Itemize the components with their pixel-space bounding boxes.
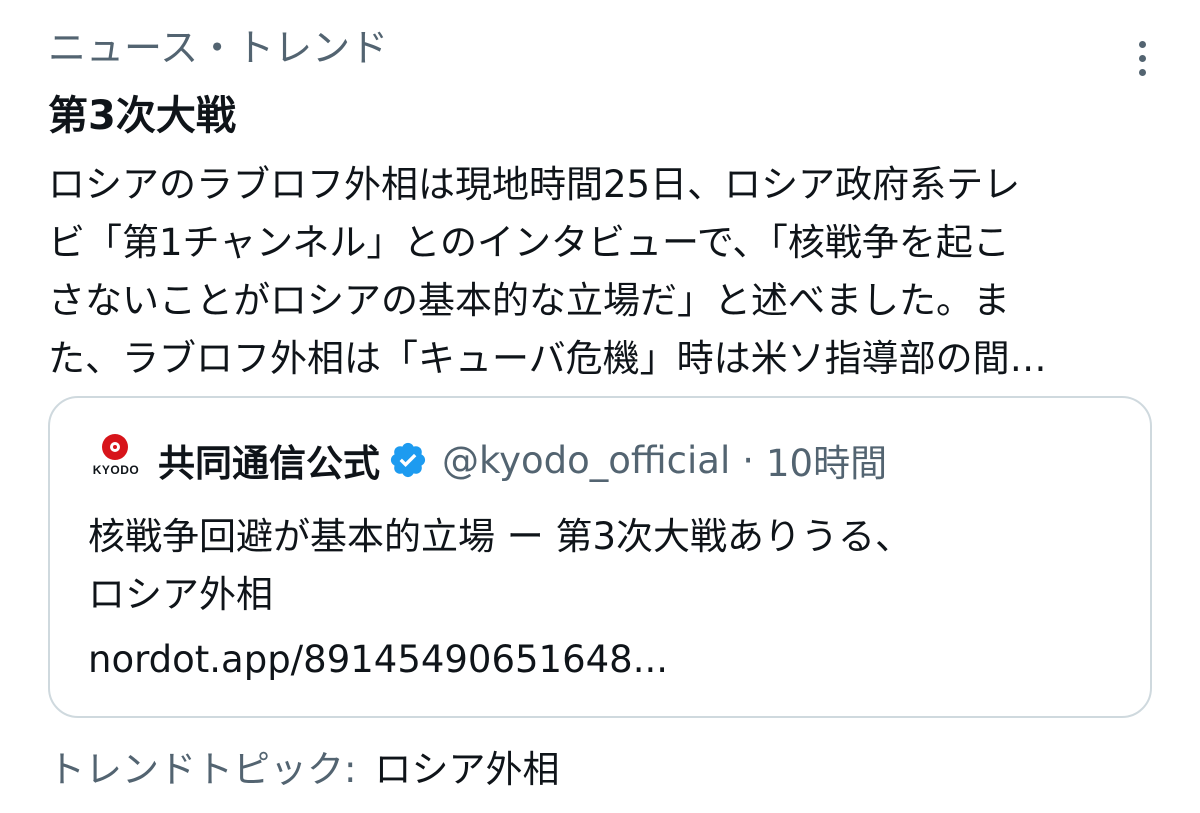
description-line: さないことがロシアの基本的な立場だ」と述べました。ま <box>48 279 1010 322</box>
verified-badge-icon <box>390 442 426 478</box>
trending-topic-value[interactable]: ロシア外相 <box>374 748 559 791</box>
quoted-text-line: ロシア外相 <box>88 573 273 616</box>
tweet-timestamp[interactable]: 10時間 <box>766 433 887 487</box>
kyodo-logo-text: KYODO <box>92 463 140 477</box>
trend-category: ニュース・トレンド <box>48 26 389 70</box>
quoted-tweet-link[interactable]: nordot.app/89145490651648... <box>88 634 668 686</box>
author-handle[interactable]: @kyodo_official <box>442 439 730 482</box>
trending-topic: トレンドトピック: ロシア外相 <box>48 744 559 796</box>
description-line: ビ「第1チャンネル」とのインタビューで、「核戦争を起こ <box>48 221 1010 264</box>
description-line: ロシアのラブロフ外相は現地時間25日、ロシア政府系テレ <box>48 163 1021 206</box>
author-display-name[interactable]: 共同通信公式 <box>158 433 380 487</box>
header-separator: · <box>742 438 755 482</box>
kyodo-logo-mark <box>102 434 128 460</box>
more-options-button[interactable] <box>1118 34 1166 82</box>
quoted-tweet-text: 核戦争回避が基本的立場 ー 第3次大戦ありうる、 ロシア外相 <box>88 508 1118 624</box>
more-vertical-icon <box>1138 40 1146 48</box>
quoted-tweet-card[interactable]: KYODO 共同通信公式 @kyodo_official · 10時間 核戦争回… <box>48 396 1152 718</box>
trend-card[interactable]: ニュース・トレンド 第3次大戦 ロシアのラブロフ外相は現地時間25日、ロシア政府… <box>0 0 1200 813</box>
description-line: た、ラブロフ外相は「キューバ危機」時は米ソ指導部の間… <box>48 337 1047 380</box>
quoted-text-line: 核戦争回避が基本的立場 ー 第3次大戦ありうる、 <box>88 515 913 558</box>
more-vertical-icon-dot <box>1138 68 1146 76</box>
more-vertical-icon-dot <box>1138 54 1146 62</box>
trend-description: ロシアのラブロフ外相は現地時間25日、ロシア政府系テレ ビ「第1チャンネル」との… <box>48 156 1158 388</box>
kyodo-logo-icon[interactable]: KYODO <box>88 432 144 488</box>
trend-title: 第3次大戦 <box>48 93 236 139</box>
trending-topic-label: トレンドトピック: <box>48 748 357 791</box>
quoted-tweet-header: KYODO 共同通信公式 @kyodo_official · 10時間 <box>88 432 887 488</box>
